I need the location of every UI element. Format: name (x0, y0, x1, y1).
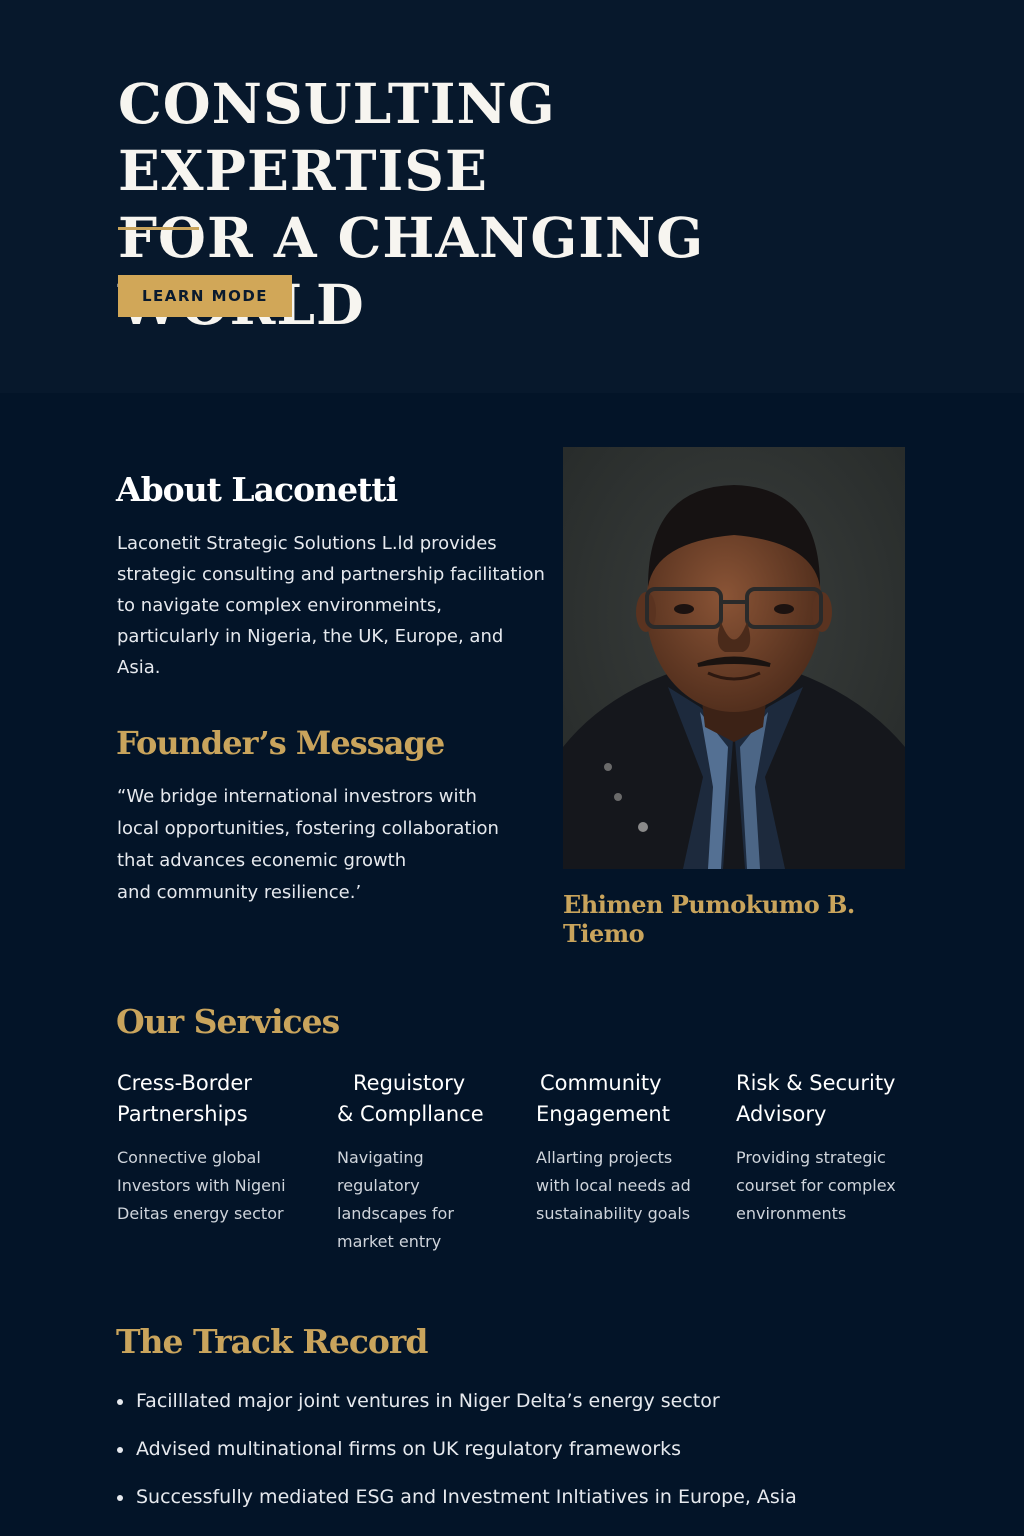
bullet-icon (117, 1399, 123, 1405)
service-card-regulatory: Reguistory & Compllance Navigating regul… (337, 1068, 527, 1256)
service-name: Reguistory & Compllance (337, 1068, 527, 1130)
service-desc-line: Deitas energy sector (117, 1204, 284, 1223)
service-name-line: Reguistory (353, 1071, 466, 1095)
service-desc-line: Providing strategic (736, 1148, 886, 1167)
list-item-text: Successfully mediated ESG and Investment… (136, 1486, 797, 1508)
service-name: Risk & Security Advisory (736, 1068, 926, 1130)
service-card-risk-security: Risk & Security Advisory Providing strat… (736, 1068, 926, 1228)
service-description: Connective global Investors with Nigeni … (117, 1144, 307, 1228)
hero-section: CONSULTING EXPERTISE FOR A CHANGING WORL… (0, 0, 1024, 393)
learn-more-button[interactable]: LEARN MODE (118, 275, 292, 317)
hero-title-line-2: FOR A CHANGING WORLD (118, 205, 705, 337)
service-description: Navigating regulatory landscapes for mar… (337, 1144, 527, 1256)
service-desc-line: Connective global (117, 1148, 261, 1167)
service-description: Providing strategic courset for complex … (736, 1144, 926, 1228)
service-desc-line: regulatory (337, 1176, 420, 1195)
service-desc-line: Navigating (337, 1148, 424, 1167)
service-name-line: Engagement (536, 1102, 670, 1126)
hero-title-line-1: CONSULTING EXPERTISE (118, 71, 556, 203)
founder-quote: “We bridge international investrors with… (117, 781, 537, 909)
founder-quote-line: and community resilience.’ (117, 882, 362, 903)
service-name-line: & Compllance (337, 1102, 484, 1126)
service-desc-line: landscapes for (337, 1204, 454, 1223)
list-item-text: Advised multinational firms on UK regula… (136, 1438, 682, 1460)
service-desc-line: Investors with Nigeni (117, 1176, 286, 1195)
list-item: Successfully mediated ESG and Investment… (117, 1481, 917, 1529)
track-record-heading: The Track Record (116, 1322, 428, 1361)
service-description: Allarting projects with local needs ad s… (536, 1144, 726, 1228)
service-desc-line: Allarting projects (536, 1148, 673, 1167)
bullet-icon (117, 1495, 123, 1501)
service-desc-line: courset for complex (736, 1176, 896, 1195)
service-desc-line: market entry (337, 1232, 442, 1251)
founder-portrait (563, 447, 905, 869)
service-card-community: Community Engagement Allarting projects … (536, 1068, 726, 1228)
service-name: Cress-Border Partnerships (117, 1068, 307, 1130)
service-name-line: Partnerships (117, 1102, 248, 1126)
founder-portrait-illustration (563, 447, 905, 869)
founder-name: Ehimen Pumokumo B. Tiemo (563, 890, 855, 948)
bullet-icon (117, 1447, 123, 1453)
founder-quote-line: that advances econemic growth (117, 850, 407, 871)
list-item: Facilllated major joint ventures in Nige… (117, 1385, 917, 1433)
founder-quote-line: local opportunities, fostering collabora… (117, 818, 499, 839)
service-desc-line: sustainability goals (536, 1204, 691, 1223)
founder-quote-line: “We bridge international investrors with (117, 786, 477, 807)
service-name-line: Cress-Border (117, 1071, 252, 1095)
list-item: Advised multinational firms on UK regula… (117, 1433, 917, 1481)
service-desc-line: with local needs ad (536, 1176, 691, 1195)
founder-message-heading: Founder’s Message (116, 724, 445, 762)
service-card-cross-border: Cress-Border Partnerships Connective glo… (117, 1068, 307, 1228)
service-name-line: Risk & Security (736, 1071, 896, 1095)
about-heading: About Laconetti (116, 470, 398, 509)
list-item-text: Facilllated major joint ventures in Nige… (136, 1390, 720, 1412)
about-paragraph: Laconetit Strategic Solutions L.ld provi… (117, 533, 545, 678)
services-heading: Our Services (116, 1002, 340, 1041)
service-name: Community Engagement (536, 1068, 726, 1130)
service-desc-line: environments (736, 1204, 847, 1223)
service-name-line: Community (540, 1071, 662, 1095)
service-name-line: Advisory (736, 1102, 827, 1126)
hero-divider (118, 227, 199, 230)
track-record-list: Facilllated major joint ventures in Nige… (117, 1385, 917, 1529)
